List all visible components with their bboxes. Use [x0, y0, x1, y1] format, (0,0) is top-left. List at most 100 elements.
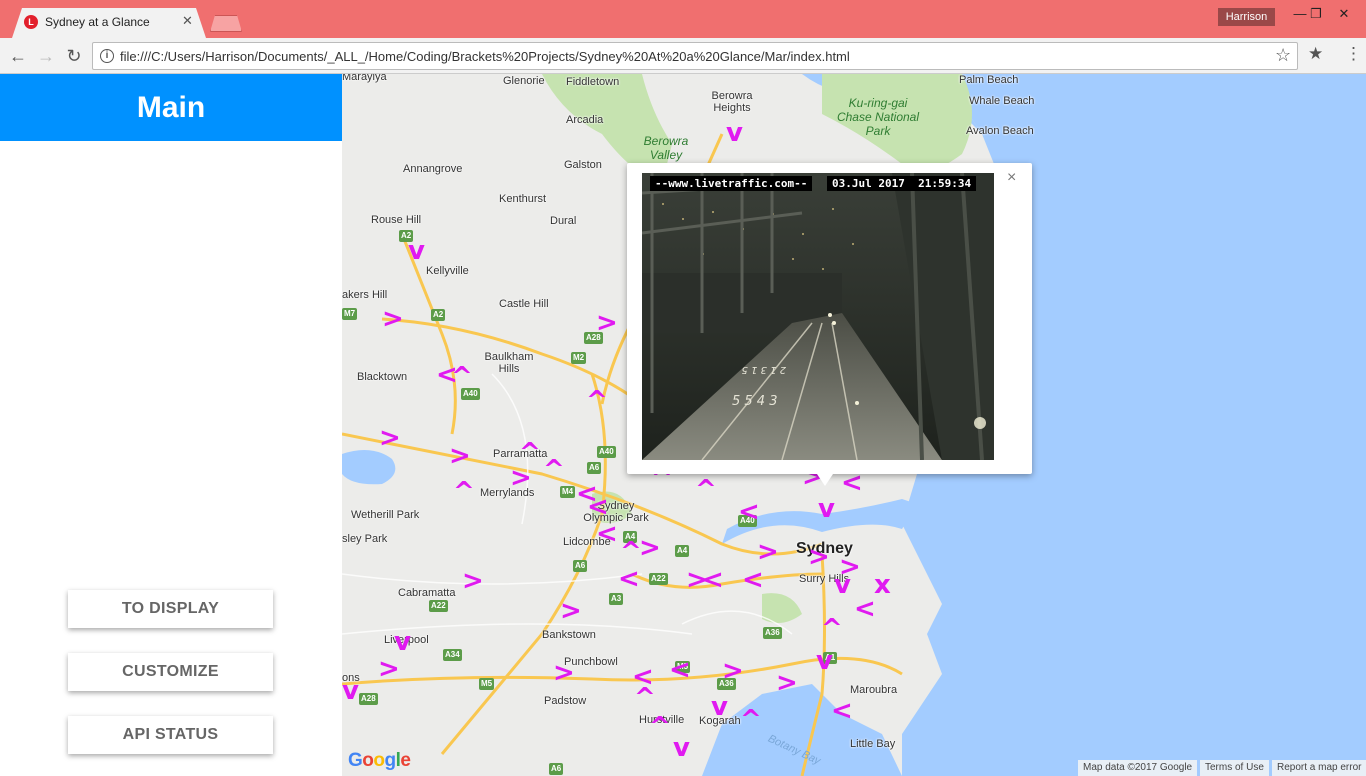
close-icon[interactable]: ×	[1007, 169, 1016, 187]
traffic-camera-marker[interactable]: ^	[451, 364, 473, 390]
browser-titlebar: L Sydney at a Glance ✕ Harrison — ❐ ✕	[0, 0, 1366, 38]
traffic-camera-marker[interactable]: ^	[543, 457, 565, 483]
place-label: Baulkham Hills	[484, 351, 534, 375]
tab-title: Sydney at a Glance	[45, 15, 150, 29]
place-label: Galston	[564, 159, 602, 171]
to-display-button[interactable]: TO DISPLAY	[68, 590, 273, 628]
traffic-camera-marker[interactable]: ^	[649, 714, 671, 740]
road-shield: M5	[479, 678, 495, 690]
traffic-camera-marker[interactable]: >	[553, 660, 575, 686]
traffic-camera-marker[interactable]: v	[711, 694, 728, 720]
traffic-camera-marker[interactable]: >	[449, 443, 471, 469]
road-shield: M7	[342, 308, 358, 320]
profile-button[interactable]: Harrison	[1218, 8, 1275, 26]
tab-favicon-icon: L	[24, 15, 38, 29]
traffic-camera-marker[interactable]: v	[673, 735, 690, 761]
road-shield: A2	[431, 309, 446, 321]
traffic-camera-marker[interactable]: >	[639, 535, 661, 561]
traffic-camera-marker[interactable]: <	[742, 567, 764, 593]
svg-text:5 5 4 3: 5 5 4 3	[732, 394, 777, 409]
traffic-camera-marker[interactable]: v	[834, 572, 851, 598]
camera-scene: 5 5 4 3 2 1 3 1 5	[642, 173, 994, 460]
traffic-camera-marker[interactable]: <	[596, 521, 618, 547]
park-label: Ku-ring-gai Chase National Park	[836, 96, 920, 138]
menu-icon[interactable]: ⋮	[1345, 44, 1362, 64]
traffic-camera-marker[interactable]: <	[669, 657, 691, 683]
traffic-camera-marker[interactable]: v	[726, 120, 743, 146]
place-label: Palm Beach	[959, 74, 1019, 86]
traffic-camera-marker[interactable]: <	[587, 494, 609, 520]
place-label: Berowra Heights	[711, 90, 753, 114]
traffic-camera-marker[interactable]: ^	[634, 685, 656, 711]
restore-icon[interactable]: ❐	[1306, 6, 1326, 22]
traffic-camera-marker[interactable]: >	[560, 598, 582, 624]
info-icon[interactable]: i	[100, 49, 114, 63]
google-logo[interactable]: Google	[348, 750, 411, 772]
place-label: Rouse Hill	[371, 214, 422, 226]
traffic-camera-marker[interactable]: <	[618, 566, 640, 592]
sidebar: Main TO DISPLAY CUSTOMIZE API STATUS	[0, 74, 342, 776]
window-close-icon[interactable]: ✕	[1334, 6, 1354, 22]
traffic-camera-marker[interactable]: v	[342, 678, 359, 704]
traffic-camera-marker[interactable]: >	[462, 568, 484, 594]
place-label: Whale Beach	[969, 95, 1035, 107]
traffic-camera-marker[interactable]: ^	[453, 479, 475, 505]
traffic-camera-marker[interactable]: ^	[586, 388, 608, 414]
road-shield: A6	[573, 560, 588, 572]
traffic-camera-marker[interactable]: >	[596, 310, 618, 336]
traffic-camera-marker[interactable]: ^	[620, 539, 642, 565]
star-icon[interactable]: ☆	[1275, 45, 1291, 66]
traffic-camera-marker[interactable]: v	[408, 238, 425, 264]
traffic-camera-marker[interactable]: <	[831, 698, 853, 724]
traffic-camera-marker[interactable]: x	[874, 572, 891, 598]
traffic-camera-marker[interactable]: >	[757, 539, 779, 565]
traffic-camera-marker[interactable]: >	[722, 658, 744, 684]
road-shield: A3	[609, 593, 624, 605]
traffic-camera-marker[interactable]: >	[378, 656, 400, 682]
road-shield: A28	[359, 693, 378, 705]
road-shield: A36	[763, 627, 782, 639]
camera-info-window: × 5 5 4 3 2 1 3 1 5 --www.livetraffic.co…	[627, 163, 1032, 486]
traffic-camera-marker[interactable]: >	[382, 306, 404, 332]
terms-of-use-link[interactable]: Terms of Use	[1200, 760, 1269, 776]
traffic-camera-marker[interactable]: ^	[740, 707, 762, 733]
tab-close-icon[interactable]: ✕	[182, 13, 193, 29]
reload-icon[interactable]: ↻	[62, 44, 86, 68]
road-shield: A4	[675, 545, 690, 557]
bookmark-star-icon[interactable]: ★	[1308, 44, 1323, 64]
new-tab-button[interactable]	[210, 15, 242, 32]
traffic-camera-marker[interactable]: v	[818, 496, 835, 522]
browser-toolbar: ← → ↻ i file:///C:/Users/Harrison/Docume…	[0, 38, 1366, 74]
place-label: Marayiya	[342, 74, 387, 83]
park-label: Berowra Valley	[643, 134, 689, 162]
traffic-camera-marker[interactable]: v	[816, 648, 833, 674]
place-label: Avalon Beach	[966, 125, 1034, 137]
traffic-camera-marker[interactable]: >	[379, 425, 401, 451]
traffic-camera-image: 5 5 4 3 2 1 3 1 5 --www.livetraffic.com-…	[642, 173, 994, 460]
road-shield: A6	[587, 462, 602, 474]
place-label: Kenthurst	[499, 193, 547, 205]
place-label: Little Bay	[850, 738, 896, 750]
customize-button[interactable]: CUSTOMIZE	[68, 653, 273, 691]
traffic-camera-marker[interactable]: >	[808, 544, 830, 570]
report-map-error-link[interactable]: Report a map error	[1272, 760, 1366, 776]
traffic-camera-marker[interactable]: v	[394, 629, 411, 655]
traffic-camera-marker[interactable]: >	[510, 465, 532, 491]
traffic-camera-marker[interactable]: <	[738, 499, 760, 525]
traffic-camera-marker[interactable]: ^	[821, 616, 843, 642]
url-text[interactable]: file:///C:/Users/Harrison/Documents/_ALL…	[120, 49, 850, 64]
map[interactable]: Marayiya Glenorie Fiddletown Berowra Hei…	[342, 74, 1366, 776]
forward-icon[interactable]: →	[34, 44, 58, 68]
svg-text:2 1 3 1 5: 2 1 3 1 5	[741, 364, 786, 375]
back-icon[interactable]: ←	[6, 44, 30, 68]
traffic-camera-marker[interactable]: <	[854, 596, 876, 622]
traffic-camera-marker[interactable]: <	[702, 567, 724, 593]
api-status-button[interactable]: API STATUS	[68, 716, 273, 754]
address-bar[interactable]: i file:///C:/Users/Harrison/Documents/_A…	[92, 42, 1298, 70]
traffic-camera-marker[interactable]: ^	[695, 477, 717, 503]
map-data-attribution: Map data ©2017 Google	[1078, 760, 1198, 776]
traffic-camera-marker[interactable]: >	[776, 670, 798, 696]
place-label: akers Hill	[342, 289, 388, 301]
camera-source-banner: --www.livetraffic.com--	[650, 176, 813, 191]
place-label: Fiddletown	[566, 76, 620, 88]
